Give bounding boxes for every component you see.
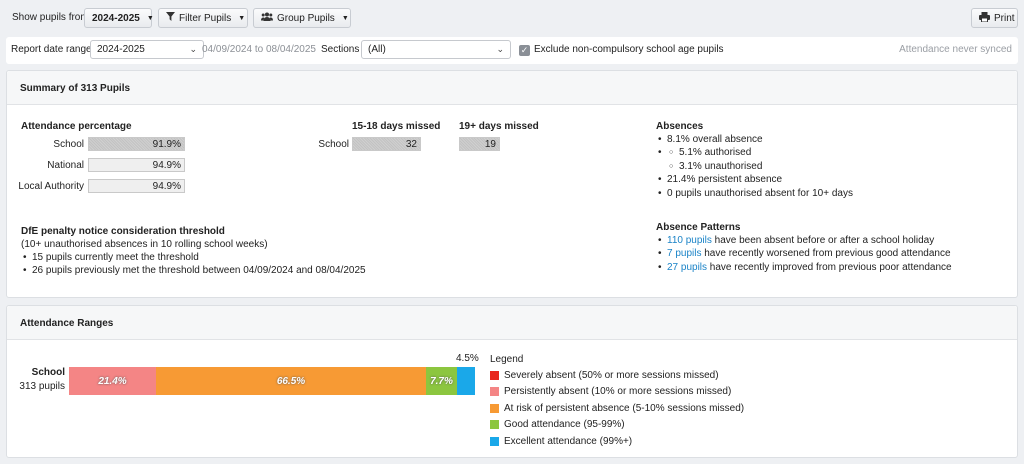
summary-title: Summary of 313 Pupils bbox=[20, 83, 131, 94]
printer-icon bbox=[979, 11, 990, 25]
absence-persistent: 21.4% persistent absence bbox=[658, 173, 853, 187]
dfe-subheading: (10+ unauthorised absences in 10 rolling… bbox=[21, 239, 268, 250]
legend-item: Good attendance (95-99%) bbox=[490, 419, 625, 431]
days-15-18-heading: 15-18 days missed bbox=[352, 121, 441, 132]
days-15-18-value: 32 bbox=[405, 139, 417, 150]
summary-panel: Summary of 313 Pupils Attendance percent… bbox=[6, 70, 1018, 298]
ranges-panel: Attendance Ranges School 313 pupils 21.4… bbox=[6, 305, 1018, 458]
pattern-item: 27 pupils have recently improved from pr… bbox=[658, 261, 952, 275]
range-segment[interactable] bbox=[457, 367, 475, 395]
legend-item: At risk of persistent absence (5-10% ses… bbox=[490, 402, 744, 414]
report-date-range-label: Report date range bbox=[11, 44, 92, 55]
range-segment[interactable]: 66.5% bbox=[156, 367, 426, 395]
exclude-label: Exclude non-compulsory school age pupils bbox=[534, 44, 724, 55]
ranges-row-sub: 313 pupils bbox=[19, 381, 65, 392]
sections-select[interactable]: (All) ⌄ bbox=[361, 40, 511, 59]
caret-down-icon: ▼ bbox=[146, 14, 154, 22]
absence-overall: 8.1% overall absence bbox=[658, 133, 853, 147]
absence-sub: 5.1% authorised 3.1% unauthorised bbox=[658, 146, 853, 174]
print-label: Print bbox=[994, 12, 1015, 24]
attendance-bar: 91.9% bbox=[88, 137, 185, 151]
date-span: 04/09/2024 to 08/04/2025 bbox=[202, 44, 316, 55]
pattern-item: 7 pupils have recently worsened from pre… bbox=[658, 247, 952, 261]
ranges-stacked-bar: 21.4% 66.5% 7.7% bbox=[69, 367, 475, 395]
attendance-value: 91.9% bbox=[152, 139, 181, 150]
days-row-label: School bbox=[318, 139, 349, 150]
days-19plus-bar: 19 bbox=[459, 137, 500, 151]
pattern-link-holiday[interactable]: 110 pupils bbox=[667, 235, 712, 246]
report-year-select[interactable]: 2024-2025 ⌄ bbox=[90, 40, 204, 59]
attendance-value: 94.9% bbox=[152, 160, 181, 171]
exclude-checkbox[interactable]: ✓ bbox=[519, 45, 530, 56]
legend-label: Persistently absent (10% or more session… bbox=[504, 386, 732, 397]
patterns-heading: Absence Patterns bbox=[656, 222, 741, 233]
year-select-value: 2024-2025 bbox=[92, 12, 140, 24]
legend-item: Severely absent (50% or more sessions mi… bbox=[490, 369, 719, 381]
caret-down-icon: ▼ bbox=[238, 14, 246, 22]
legend-label: Good attendance (95-99%) bbox=[504, 419, 625, 430]
range-segment[interactable]: 21.4% bbox=[69, 367, 156, 395]
legend-item: Excellent attendance (99%+) bbox=[490, 435, 632, 447]
absences-heading: Absences bbox=[656, 121, 704, 132]
attendance-bar: 94.9% bbox=[88, 158, 185, 172]
absence-pupils-unauth: 0 pupils unauthorised absent for 10+ day… bbox=[658, 187, 853, 201]
pattern-text: have been absent before or after a schoo… bbox=[711, 235, 935, 246]
ranges-title: Attendance Ranges bbox=[20, 318, 114, 329]
attendance-row-label: Local Authority bbox=[18, 181, 84, 192]
legend-title: Legend bbox=[490, 354, 524, 365]
legend-swatch bbox=[490, 436, 499, 446]
legend-swatch bbox=[490, 387, 499, 396]
attendance-row-label: National bbox=[47, 160, 84, 171]
sections-label: Sections bbox=[321, 44, 360, 55]
days-19plus-value: 19 bbox=[484, 139, 496, 150]
legend-label: Severely absent (50% or more sessions mi… bbox=[504, 369, 719, 381]
pattern-text: have recently improved from previous poo… bbox=[707, 261, 952, 273]
summary-header: Summary of 313 Pupils bbox=[7, 71, 1017, 105]
days-15-18-bar: 32 bbox=[352, 137, 421, 151]
attendance-value: 94.9% bbox=[152, 181, 181, 192]
absence-authorised: 5.1% authorised bbox=[669, 146, 853, 160]
legend-label: At risk of persistent absence (5-10% ses… bbox=[504, 402, 745, 414]
group-icon bbox=[261, 12, 273, 24]
pattern-item: 110 pupils have been absent before or af… bbox=[658, 234, 952, 248]
group-pupils-label: Group Pupils bbox=[277, 12, 335, 24]
filter-pupils-button[interactable]: Filter Pupils ▼ bbox=[158, 8, 248, 28]
legend-item: Persistently absent (10% or more session… bbox=[490, 386, 731, 398]
dfe-item-previous: 26 pupils previously met the threshold b… bbox=[23, 264, 366, 278]
ranges-small-segment-label: 4.5% bbox=[456, 353, 479, 364]
chevron-down-icon: ⌄ bbox=[189, 44, 197, 54]
print-button[interactable]: Print bbox=[971, 8, 1018, 28]
pattern-link-worsened[interactable]: 7 pupils bbox=[667, 248, 701, 259]
group-pupils-button[interactable]: Group Pupils ▼ bbox=[253, 8, 351, 28]
dfe-item-current: 15 pupils currently meet the threshold bbox=[23, 251, 366, 265]
filter-icon bbox=[166, 12, 175, 24]
sections-value: (All) bbox=[368, 44, 386, 55]
patterns-list: 110 pupils have been absent before or af… bbox=[656, 234, 952, 275]
pattern-link-improved[interactable]: 27 pupils bbox=[667, 262, 707, 273]
absence-unauthorised: 3.1% unauthorised bbox=[669, 160, 853, 174]
pattern-text: have recently worsened from previous goo… bbox=[701, 248, 951, 260]
filter-bar: Report date range 2024-2025 ⌄ 04/09/2024… bbox=[6, 37, 1018, 64]
legend-swatch bbox=[490, 370, 499, 380]
show-pupils-from-label: Show pupils from bbox=[12, 12, 89, 23]
filter-pupils-label: Filter Pupils bbox=[179, 12, 232, 24]
legend-swatch bbox=[490, 420, 499, 429]
chevron-down-icon: ⌄ bbox=[496, 44, 504, 54]
days-19plus-heading: 19+ days missed bbox=[459, 121, 539, 132]
legend-label: Excellent attendance (99%+) bbox=[504, 435, 633, 447]
attendance-heading: Attendance percentage bbox=[21, 121, 132, 132]
ranges-header: Attendance Ranges bbox=[7, 306, 1017, 340]
legend-swatch bbox=[490, 403, 499, 413]
attendance-row-label: School bbox=[53, 139, 84, 150]
range-segment[interactable]: 7.7% bbox=[426, 367, 457, 395]
dfe-heading: DfE penalty notice consideration thresho… bbox=[21, 226, 225, 237]
dfe-list: 15 pupils currently meet the threshold 2… bbox=[21, 251, 366, 278]
report-year-value: 2024-2025 bbox=[97, 44, 145, 55]
ranges-row-label: School bbox=[31, 367, 65, 378]
attendance-bar: 94.9% bbox=[88, 179, 185, 193]
caret-down-icon: ▼ bbox=[341, 14, 349, 22]
sync-status: Attendance never synced bbox=[899, 44, 1012, 55]
year-select[interactable]: 2024-2025 ▼ bbox=[84, 8, 154, 28]
absences-list: 8.1% overall absence 5.1% authorised 3.1… bbox=[656, 133, 853, 200]
